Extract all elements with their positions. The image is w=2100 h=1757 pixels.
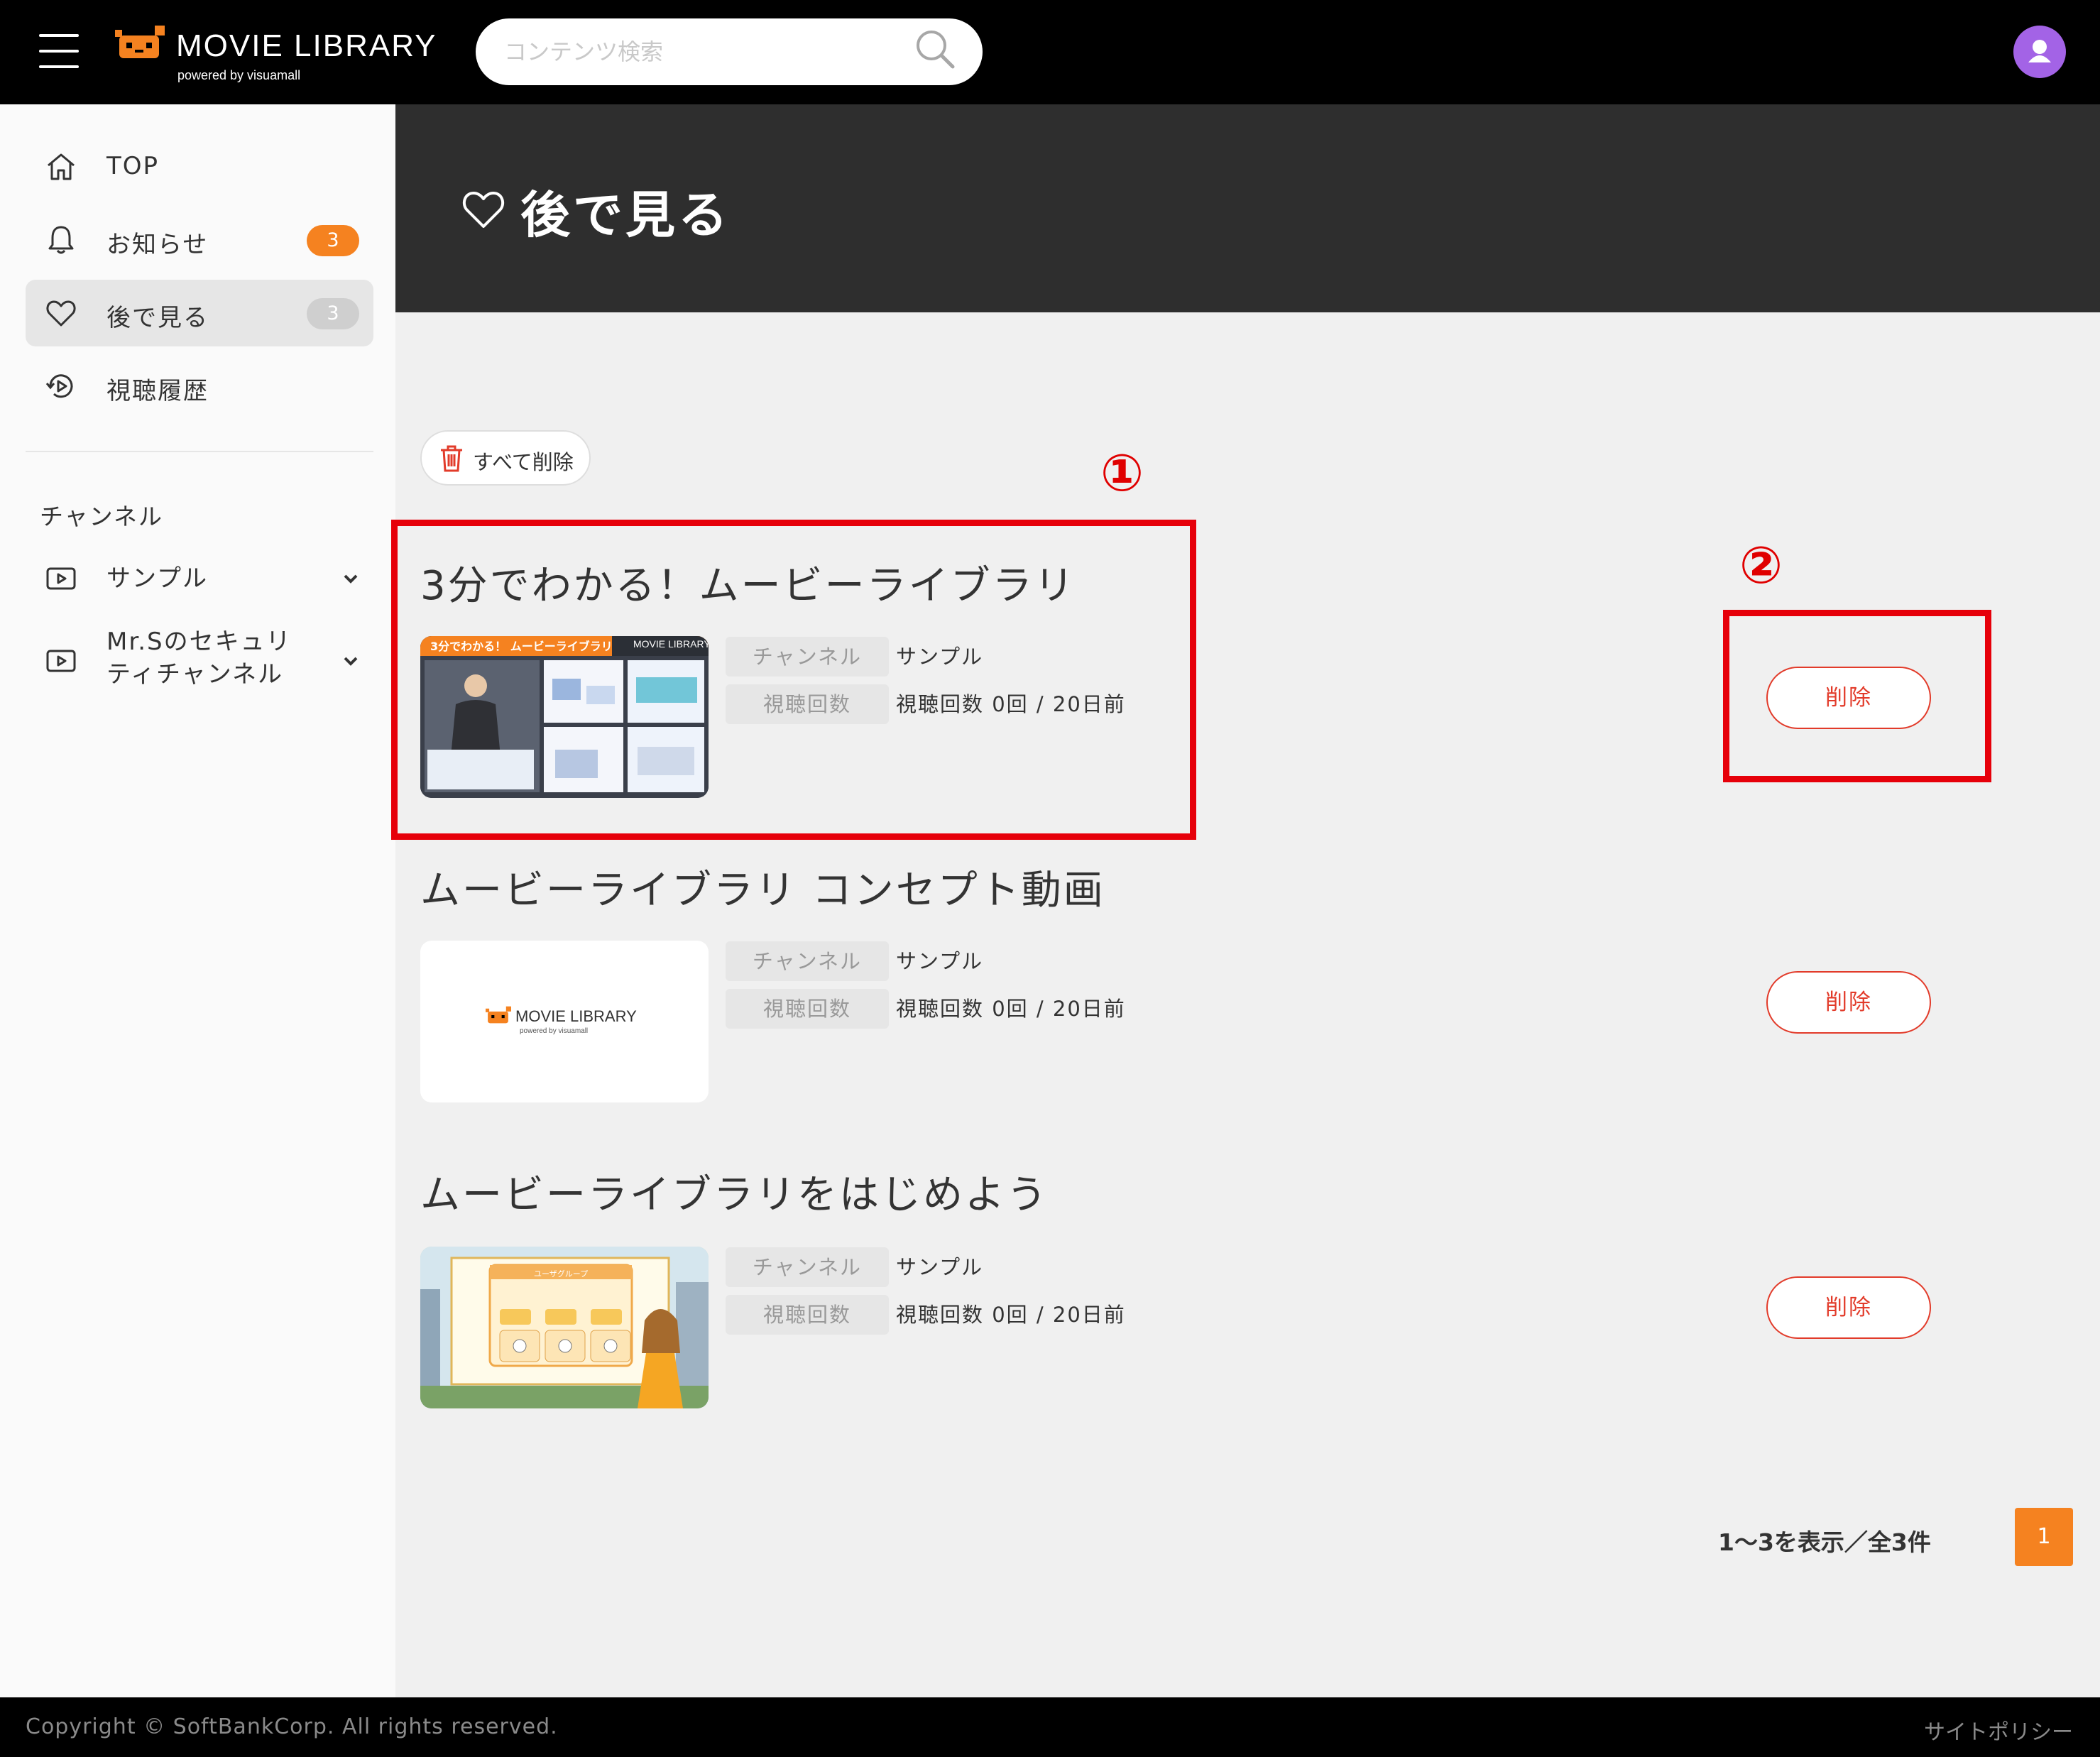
channel-label: チャンネル [726,1247,889,1287]
sidebar: TOP お知らせ 3 後で見る 3 視聴履歴 チャンネル サンプル Mr.Sのセ… [0,104,395,1697]
sidebar-item-label: 視聴履歴 [106,377,209,405]
sidebar-item-watch-later[interactable]: 後で見る 3 [26,280,373,346]
site-policy-link[interactable]: サイトポリシー [1924,1714,2073,1746]
home-icon [48,153,75,180]
page-title: 後で見る [520,186,731,244]
sidebar-channel-mr-s-security[interactable]: Mr.Sのセキュリ ティチャンネル [26,623,373,701]
search-box [476,18,983,85]
header-bar: MOVIE LIBRARY powered by visuamall [0,0,2100,104]
delete-button[interactable]: 削除 [1766,1276,1931,1339]
thumbnail-banner-text: 3分でわかる！ ムービーライブラリ [430,640,613,653]
sidebar-item-notices[interactable]: お知らせ 3 [26,207,373,273]
sidebar-channel-sample[interactable]: サンプル [26,550,373,607]
thumbnail-logo-text: MOVIE LIBRARY [515,1007,637,1025]
thumbnail-logo-subtitle: powered by visuamall [520,1027,589,1035]
video-title[interactable]: ムービーライブラリをはじめよう [420,1163,1049,1220]
delete-button[interactable]: 削除 [1766,971,1931,1034]
bell-icon [48,226,74,254]
channel-label: チャンネル [726,941,889,981]
sidebar-divider [26,451,373,452]
video-title[interactable]: 3分でわかる！ムービーライブラリ [420,554,1076,611]
channel-value: サンプル [896,645,984,669]
watch-later-count-badge: 3 [307,298,359,329]
view-count-label: 視聴回数 [726,989,889,1029]
channel-heading: チャンネル [40,503,164,530]
search-input[interactable] [504,33,902,71]
channel-value: サンプル [896,949,984,973]
sidebar-item-top[interactable]: TOP [26,133,373,200]
chevron-down-icon[interactable] [341,651,361,671]
sidebar-item-history[interactable]: 視聴履歴 [26,353,373,420]
delete-button[interactable]: 削除 [1766,667,1931,729]
logo-mascot-icon [115,26,165,58]
heart-icon [46,300,76,327]
logo-mascot-icon [486,1006,511,1024]
user-avatar[interactable] [2013,26,2066,78]
notification-badge: 3 [307,225,359,256]
view-count-value: 視聴回数 0回 / 20日前 [896,1303,1126,1327]
channel-label: サンプル [106,564,208,593]
sidebar-item-label: 後で見る [106,304,209,332]
channel-value: サンプル [896,1255,984,1279]
view-count-value: 視聴回数 0回 / 20日前 [896,997,1126,1021]
search-icon[interactable] [914,28,956,70]
video-title[interactable]: ムービーライブラリ コンセプト動画 [420,858,1105,916]
video-icon [46,567,76,590]
history-icon [45,374,73,398]
sidebar-item-label: TOP [106,152,160,180]
thumbnail-logo-text: MOVIE LIBRARY [633,638,709,650]
page-button-current[interactable]: 1 [2015,1508,2073,1566]
thumbnail-banner-text: ユーザグループ [534,1269,589,1279]
video-thumbnail[interactable]: 3分でわかる！ ムービーライブラリ MOVIE LIBRARY [420,636,709,798]
channel-label-line2: ティチャンネル [106,660,283,689]
video-thumbnail[interactable]: ユーザグループ [420,1247,709,1408]
channel-label-line1: Mr.Sのセキュリ [106,628,292,656]
menu-icon[interactable] [39,34,79,68]
video-icon [46,650,76,672]
copyright-text: Copyright © SoftBankCorp. All rights res… [26,1714,558,1739]
view-count-label: 視聴回数 [726,684,889,724]
chevron-down-icon[interactable] [341,569,361,589]
view-count-value: 視聴回数 0回 / 20日前 [896,692,1126,716]
channel-label: チャンネル [726,637,889,677]
video-thumbnail-image [420,636,709,798]
delete-all-label: すべて削除 [473,450,574,474]
annotation-marker-2: ② [1739,535,1783,595]
footer: Copyright © SoftBankCorp. All rights res… [0,1697,2100,1757]
video-thumbnail[interactable]: MOVIE LIBRARY powered by visuamall [420,941,709,1102]
delete-all-button[interactable]: すべて削除 [420,430,591,486]
logo-subtitle: powered by visuamall [177,68,301,82]
logo-title: MOVIE LIBRARY [176,28,437,63]
heart-icon [462,192,505,228]
annotation-marker-1: ① [1100,443,1144,503]
sidebar-item-label: お知らせ [106,231,209,259]
view-count-label: 視聴回数 [726,1295,889,1335]
trash-icon [441,445,462,472]
user-icon [2028,40,2051,62]
result-count: 1〜3を表示／全3件 [1718,1528,1931,1556]
page-header: 後で見る [395,104,2100,312]
